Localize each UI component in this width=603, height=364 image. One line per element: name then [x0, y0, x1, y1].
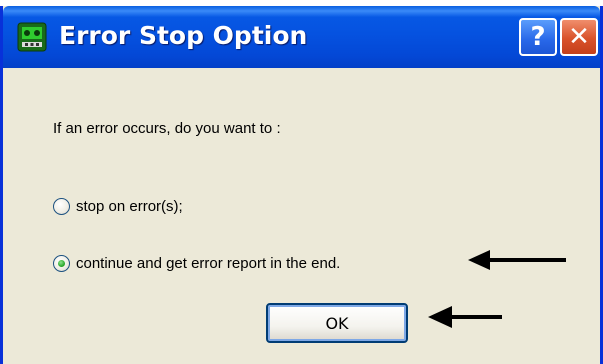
help-button[interactable]: ? [519, 18, 557, 56]
window-title: Error Stop Option [59, 21, 308, 50]
option-continue-with-report[interactable]: continue and get error report in the end… [53, 255, 340, 272]
title-bar[interactable]: Error Stop Option ? ✕ [3, 6, 600, 68]
arrow-left-icon [468, 250, 566, 270]
ok-button[interactable]: OK [266, 303, 408, 343]
option-label: continue and get error report in the end… [76, 255, 341, 272]
app-icon [17, 22, 47, 52]
error-stop-option-dialog: Error Stop Option ? ✕ If an error occurs… [0, 6, 603, 364]
option-stop-on-error[interactable]: stop on error(s); [53, 198, 183, 215]
help-icon: ? [530, 22, 546, 52]
close-button[interactable]: ✕ [560, 18, 598, 56]
radio-stop-on-error[interactable] [53, 198, 70, 215]
radio-continue-with-report[interactable] [53, 255, 70, 272]
arrow-left-icon [428, 306, 502, 328]
close-icon: ✕ [568, 22, 590, 52]
option-label: stop on error(s); [76, 198, 183, 215]
prompt-text: If an error occurs, do you want to : [53, 120, 281, 137]
